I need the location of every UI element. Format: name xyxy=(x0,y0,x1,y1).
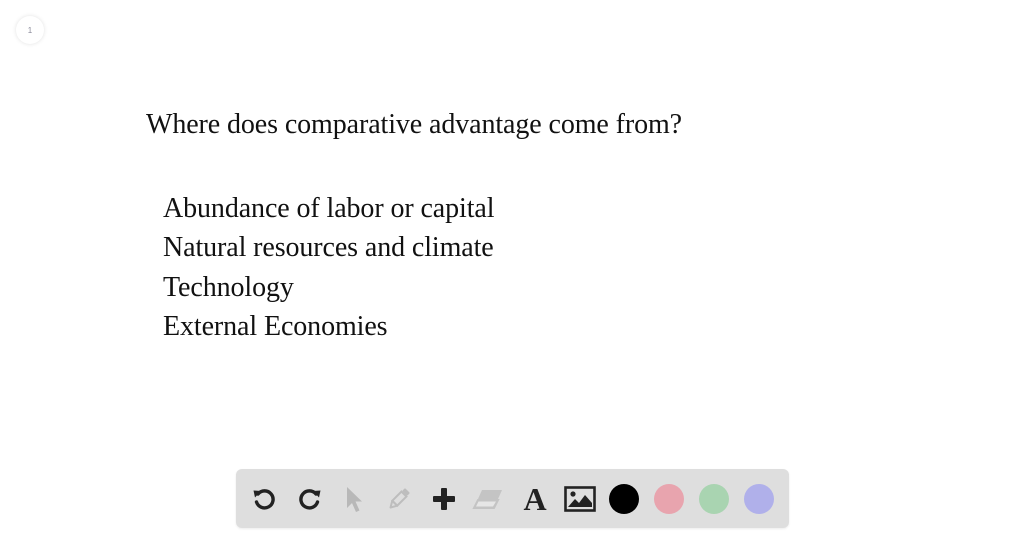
undo-icon xyxy=(253,488,275,509)
answer-item: Technology xyxy=(163,271,294,303)
color-swatch xyxy=(609,483,639,514)
question-text: Where does comparative advantage come fr… xyxy=(146,109,682,140)
color-swatch xyxy=(699,483,729,514)
pencil-icon xyxy=(389,487,410,508)
answer-item: Abundance of labor or capital xyxy=(163,193,495,224)
redo-button[interactable] xyxy=(290,469,330,528)
undo-button[interactable] xyxy=(244,469,284,528)
answer-item: External Economies xyxy=(163,310,388,342)
redo-icon xyxy=(299,488,321,509)
text-tool-button[interactable]: A xyxy=(515,469,555,528)
image-tool-button[interactable] xyxy=(560,469,600,528)
whiteboard-canvas[interactable]: Where does comparative advantage come fr… xyxy=(0,0,1024,536)
eraser-tool-button[interactable] xyxy=(468,469,508,528)
select-tool-button[interactable] xyxy=(334,469,374,528)
cursor-arrow-icon xyxy=(347,486,362,512)
image-icon xyxy=(564,485,596,512)
eraser-icon xyxy=(472,489,502,509)
color-swatch-red[interactable] xyxy=(649,469,689,528)
text-icon: A xyxy=(523,480,547,517)
answer-item: Natural resources and climate xyxy=(163,232,494,264)
pen-tool-button[interactable] xyxy=(379,469,419,528)
color-swatch-black[interactable] xyxy=(604,469,644,528)
color-swatch xyxy=(744,483,774,514)
color-swatch-green[interactable] xyxy=(694,469,734,528)
color-swatch-blue[interactable] xyxy=(739,469,779,528)
drawing-toolbar: A xyxy=(236,469,789,528)
color-swatch xyxy=(654,483,684,514)
plus-icon xyxy=(433,487,455,510)
answer-list: Abundance of labor or capital Natural re… xyxy=(163,189,495,346)
add-button[interactable] xyxy=(424,469,464,528)
